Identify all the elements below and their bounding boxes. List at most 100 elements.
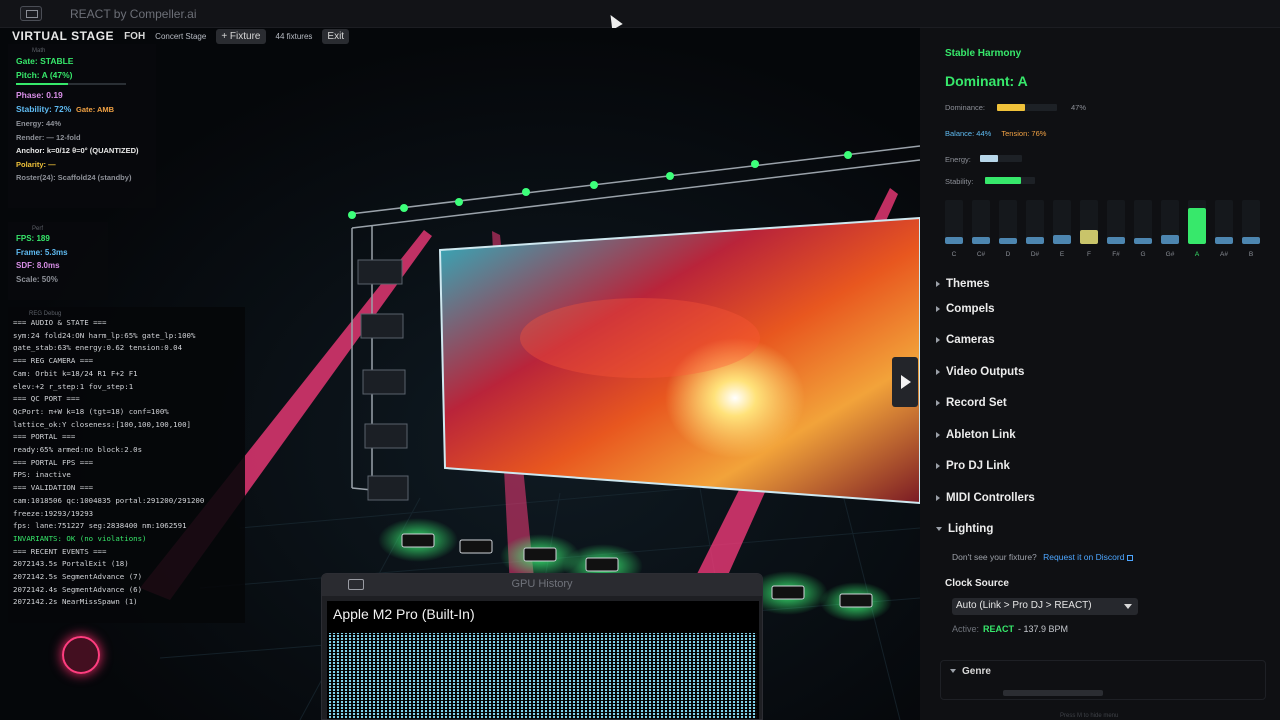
section-pro-dj-link[interactable]: Pro DJ Link [936,460,1010,472]
debug-line: elev:+2 r_step:1 fov_step:1 [13,381,134,391]
energy-fill [980,155,999,162]
note-track [1026,200,1044,244]
debug-line: === PORTAL === [13,432,76,442]
active-bpm: - 137.9 BPM [1018,624,1069,634]
render-readout: Render: — 12-fold [16,132,81,142]
note-level-bar [1080,230,1098,244]
gpu-history-title: GPU History [511,578,573,590]
fixture-question: Don't see your fixture? [952,552,1037,562]
balance-tension-readout: Balance: 44% Tension: 76% [945,129,1046,138]
record-button[interactable] [62,636,100,674]
energy-readout: Energy: 44% [16,119,62,128]
clock-source-title: Clock Source [945,578,1009,589]
section-lighting[interactable]: Lighting [936,523,993,535]
active-clock-readout: Active: REACT - 137.9 BPM [952,624,1068,634]
section-label: Themes [946,278,990,290]
debug-line: 2072142.5s SegmentAdvance (7) [13,572,143,582]
add-fixture-button[interactable]: + Fixture [216,28,266,44]
note-level-bar [972,237,990,244]
chevron-right-icon [936,431,940,438]
note-level-bar [1242,237,1260,244]
note-level-bar [1026,237,1044,244]
genre-label: Genre [962,666,991,677]
debug-line: === RECENT EVENTS === [13,546,107,556]
note-track [1134,200,1152,244]
debug-line: lattice_ok:Y closeness:[100,100,100,100] [13,419,191,429]
note-label: G# [1165,251,1175,258]
note-level-bar [1215,237,1233,244]
section-video-outputs[interactable]: Video Outputs [936,366,1024,378]
debug-line: === PORTAL FPS === [13,457,94,467]
exit-button[interactable]: Exit [322,28,350,44]
note-column: B [1242,200,1260,258]
energy-label: Energy: [945,155,971,164]
note-label: A [1194,251,1200,258]
section-label: Record Set [946,397,1007,409]
chevron-down-icon [1124,604,1132,609]
clock-source-select[interactable]: Auto (Link > Pro DJ > REACT) [952,598,1138,615]
chevron-right-icon [936,336,940,343]
note-label: D# [1030,251,1040,258]
debug-line: === AUDIO & STATE === [13,318,107,327]
debug-line: === VALIDATION === [13,483,94,493]
debug-line: fps: lane:751227 seg:2838400 nm:1062591 [13,521,187,531]
section-label: Cameras [946,334,995,346]
stability-track [985,177,1035,184]
section-record-set[interactable]: Record Set [936,397,1007,409]
note-label: D [1005,251,1011,258]
dominance-label: Dominance: [945,103,986,112]
section-midi-controllers[interactable]: MIDI Controllers [936,492,1035,504]
debug-line: sym:24 fold24:ON harm_lp:65% gate_lp:100… [13,330,196,340]
gpu-device-name: Apple M2 Pro (Built-In) [333,606,475,622]
note-label: E [1059,251,1065,258]
note-label: A# [1220,251,1228,258]
section-ableton-link[interactable]: Ableton Link [936,429,1016,441]
note-label: F [1087,251,1091,258]
fps-readout: FPS: 189 [16,234,50,243]
note-track [972,200,990,244]
view-selector[interactable]: FOH [124,31,145,42]
note-column: D# [1026,200,1044,258]
discord-request-link[interactable]: Request it on Discord [1043,552,1124,562]
phase-readout: Phase: 0.19 [16,90,63,100]
pitch-class-chart: C C# D D# E F F# G G# A A# B [945,200,1265,258]
note-track [1215,200,1233,244]
gpu-graph: Apple M2 Pro (Built-In) [327,601,759,719]
dominance-meter: Dominance: 47% [945,103,1086,112]
clock-source-value: Auto (Link > Pro DJ > REACT) [956,600,1092,611]
debug-line: === QC PORT === [13,394,80,404]
frame-readout: Frame: 5.3ms [16,247,68,257]
chevron-right-icon [936,368,940,375]
window-icon[interactable] [20,6,42,21]
stage-preset[interactable]: Concert Stage [155,32,206,41]
debug-line: FPS: inactive [13,470,71,480]
section-compels[interactable]: Compels [936,303,995,315]
stage-title: VIRTUAL STAGE [12,29,115,43]
window-titlebar: REACT by Compeller.ai [0,0,1280,28]
note-column: A# [1215,200,1233,258]
genre-select[interactable] [1003,690,1103,696]
note-label: B [1248,251,1254,258]
note-column: C [945,200,963,258]
note-track [1161,200,1179,244]
chevron-right-icon [936,462,940,469]
note-level-bar [945,237,963,244]
chevron-down-icon [950,669,956,674]
debug-line: 2072143.5s PortalExit (18) [13,559,129,569]
note-track [1053,200,1071,244]
gpu-history-titlebar[interactable]: GPU History [322,574,762,596]
genre-toggle[interactable]: Genre [950,666,991,677]
active-label: Active: [952,624,980,634]
section-label: MIDI Controllers [946,492,1035,504]
panel-toggle-button[interactable] [892,357,918,407]
fixture-request-row: Don't see your fixture? Request it on Di… [952,552,1134,562]
gpu-usage-bars [329,633,757,719]
stability-readout: Stability: 72% [16,104,72,114]
note-column: G [1134,200,1152,258]
window-title: REACT by Compeller.ai [70,7,197,21]
section-themes[interactable]: Themes [936,278,989,290]
section-cameras[interactable]: Cameras [936,334,995,346]
note-column: E [1053,200,1071,258]
gpu-history-window[interactable]: GPU History Apple M2 Pro (Built-In) [321,573,763,720]
pitch-bar [16,83,126,85]
